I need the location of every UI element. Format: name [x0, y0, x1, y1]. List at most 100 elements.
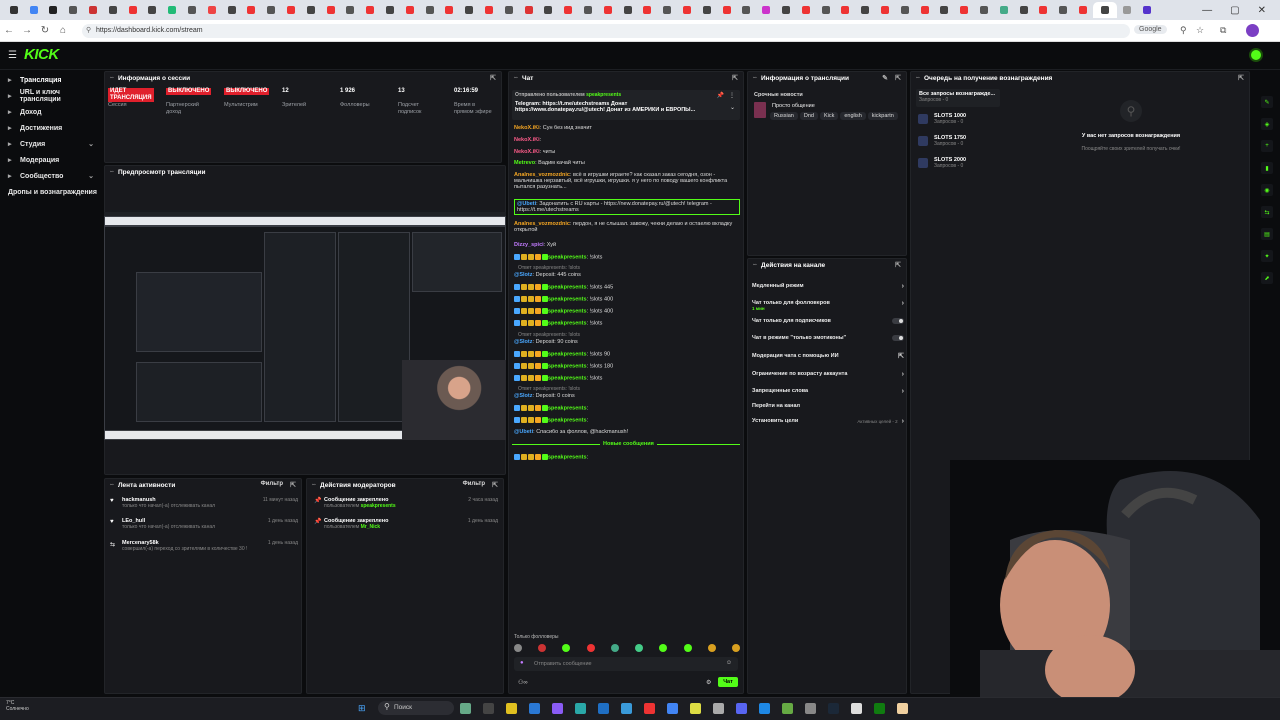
chat-message[interactable]: speakpresents:	[514, 405, 740, 412]
minimize-icon[interactable]: —	[1202, 5, 1212, 16]
chat-username[interactable]: NekoX.iKi	[514, 125, 540, 131]
plus-icon[interactable]: +	[1261, 140, 1273, 152]
chat-username[interactable]: @Ubeti	[514, 429, 533, 435]
chat-message[interactable]: speakpresents: !slots	[514, 254, 740, 261]
new-messages-label[interactable]: Новые сообщения	[600, 441, 657, 447]
chat-icon[interactable]: ◉	[1261, 184, 1273, 196]
popout-icon[interactable]: ⇱	[492, 481, 498, 489]
expand-icon[interactable]: ⇔	[752, 262, 758, 268]
popout-icon[interactable]: ⇱	[895, 74, 901, 82]
taskbar-app-icon[interactable]	[552, 703, 563, 714]
browser-tab[interactable]	[499, 2, 519, 18]
browser-tab[interactable]	[657, 2, 677, 18]
browser-tab[interactable]	[776, 2, 796, 18]
maximize-icon[interactable]: ▢	[1230, 5, 1239, 16]
browser-tab[interactable]	[539, 2, 559, 18]
reward-item[interactable]: SLOTS 1750 Запросов - 0	[918, 135, 966, 147]
expand-icon[interactable]: ⇔	[109, 482, 115, 488]
chevron-right-icon[interactable]: ›	[902, 371, 904, 378]
taskbar-app-icon[interactable]	[759, 703, 770, 714]
chat-message[interactable]: speakpresents: !slots	[514, 320, 740, 327]
taskbar-app-icon[interactable]	[575, 703, 586, 714]
tools-icon[interactable]: ✦	[1261, 250, 1273, 262]
browser-tab[interactable]	[934, 2, 954, 18]
browser-tab[interactable]	[1033, 2, 1053, 18]
browser-tab[interactable]	[954, 2, 974, 18]
chevron-down-icon[interactable]: ⌄	[730, 104, 735, 111]
emote-icon[interactable]	[731, 644, 740, 652]
emote-icon[interactable]	[707, 644, 716, 652]
popout-icon[interactable]: ⇱	[1238, 74, 1244, 82]
chat-input[interactable]: ● Отправить сообщение ☺	[514, 657, 738, 671]
chat-message[interactable]: speakpresents:	[514, 417, 740, 424]
browser-tab[interactable]	[1137, 2, 1157, 18]
chat-message[interactable]: @Slotz: Deposit: 445 coins	[514, 272, 740, 279]
browser-tab[interactable]	[816, 2, 836, 18]
taskbar-app-icon[interactable]	[897, 703, 908, 714]
emote-icon[interactable]	[683, 644, 692, 652]
browser-tab[interactable]	[1092, 2, 1117, 18]
taskbar-app-icon[interactable]	[828, 703, 839, 714]
windows-start-icon[interactable]: ⊞	[358, 703, 366, 714]
browser-tab[interactable]	[915, 2, 935, 18]
user-avatar[interactable]	[1249, 48, 1263, 62]
emote-icon[interactable]	[538, 644, 547, 652]
zoom-icon[interactable]: ⚲	[1180, 25, 1187, 36]
share-icon[interactable]: ⬈	[1261, 272, 1273, 284]
taskbar-app-icon[interactable]	[529, 703, 540, 714]
chat-username[interactable]: NekoX.iKi	[514, 149, 540, 155]
taskbar-app-icon[interactable]	[851, 703, 862, 714]
browser-tab[interactable]	[994, 2, 1014, 18]
reward-filter-dropdown[interactable]: Все запросы вознагражде... Запросов - 0	[916, 89, 1000, 107]
chat-username[interactable]: speakpresents	[548, 417, 587, 423]
bookmark-star-icon[interactable]: ☆	[1196, 25, 1204, 36]
taskbar-app-icon[interactable]	[690, 703, 701, 714]
channel-action-row[interactable]: Запрещенные слова ›	[752, 385, 904, 397]
browser-tab[interactable]	[360, 2, 380, 18]
popout-icon[interactable]: ⇱	[732, 74, 738, 82]
expand-icon[interactable]: ⇔	[109, 75, 115, 81]
browser-tab[interactable]	[717, 2, 737, 18]
taskbar-app-icon[interactable]	[598, 703, 609, 714]
forward-icon[interactable]: →	[18, 25, 36, 36]
stream-tag[interactable]: english	[840, 112, 866, 120]
taskbar-app-icon[interactable]	[483, 703, 494, 714]
browser-tab[interactable]	[202, 2, 222, 18]
channel-action-row[interactable]: Чат в режиме "только эмотиконы"	[752, 332, 904, 344]
chat-username[interactable]: @Slotz	[514, 339, 533, 345]
taskbar-app-icon[interactable]	[736, 703, 747, 714]
expand-icon[interactable]: ⇔	[311, 482, 317, 488]
browser-tab[interactable]	[895, 2, 915, 18]
expand-icon[interactable]: ⇔	[752, 75, 758, 81]
chat-username[interactable]: speakpresents	[548, 351, 587, 357]
reward-item[interactable]: SLOTS 1000 Запросов - 0	[918, 113, 966, 125]
popout-icon[interactable]: ⇱	[895, 261, 901, 269]
chat-message[interactable]: NekoX.iKi: Сун без иид значит	[514, 125, 740, 132]
browser-tab[interactable]	[182, 2, 202, 18]
stream-tag[interactable]: Dnd	[799, 112, 818, 120]
browser-tab[interactable]	[1117, 2, 1137, 18]
emote-icon[interactable]	[659, 644, 668, 652]
chevron-down-icon[interactable]: ⌄	[88, 172, 94, 180]
browser-tab[interactable]	[261, 2, 281, 18]
chat-username[interactable]: Metrevo	[514, 160, 535, 166]
browser-tab[interactable]	[974, 2, 994, 18]
chat-username[interactable]: speakpresents	[548, 363, 587, 369]
sidebar-item[interactable]: ▸ Достижения	[0, 120, 100, 136]
chevron-right-icon[interactable]: ›	[902, 300, 904, 307]
back-icon[interactable]: ←	[0, 25, 18, 36]
chat-username[interactable]: NekoX.iKi	[514, 137, 540, 143]
infinity-icon[interactable]: ⚇∞	[518, 679, 528, 686]
taskbar-app-icon[interactable]	[460, 703, 471, 714]
activity-item[interactable]: ⇆ Mercenary58k совершил(-а) переход со зри…	[108, 540, 298, 552]
chat-username[interactable]: speakpresents	[548, 454, 587, 460]
activity-item[interactable]: ♥ LEo_hull только что начал(-а) отслеживат…	[108, 518, 298, 530]
chat-username[interactable]: @Slotz	[514, 272, 533, 278]
weather-widget[interactable]: 7°C Солнечно	[6, 700, 29, 712]
chat-message[interactable]: @Ubeti: Спасибо за фоллов, @hackmanush!	[514, 429, 740, 436]
reward-item[interactable]: SLOTS 2000 Запросов - 0	[918, 157, 966, 169]
taskbar-app-icon[interactable]	[621, 703, 632, 714]
browser-tab[interactable]	[380, 2, 400, 18]
channel-action-row[interactable]: Ограничение по возрасту аккаунта ›	[752, 368, 904, 380]
browser-tab[interactable]	[558, 2, 578, 18]
